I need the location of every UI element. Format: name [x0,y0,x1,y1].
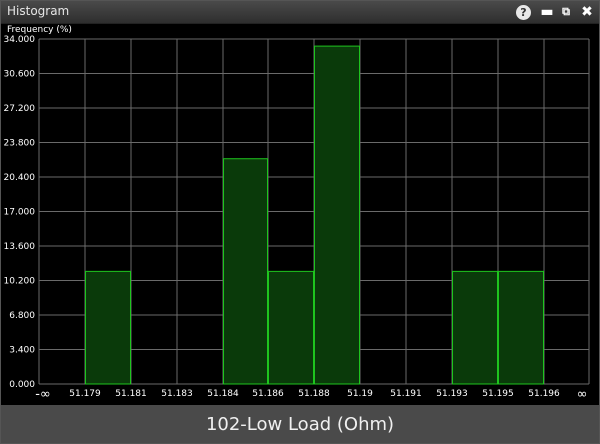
x-axis-title: 102-Low Load (Ohm) [205,413,395,435]
y-tick-label: 23.800 [4,139,36,149]
x-tick-label: 51.196 [528,389,560,399]
y-tick-label: 20.400 [4,173,36,183]
histogram-bar [498,270,544,385]
x-neg-infinity-label: -∞ [35,387,51,402]
x-tick-label: 51.184 [207,389,239,399]
histogram-plot: Frequency (%) 0.000 3.400 6.800 10.200 13.60… [1,24,599,405]
window-title: Histogram [7,4,70,18]
x-tick-label: 51.195 [482,389,514,399]
y-tick-label: 27.200 [4,104,36,114]
y-tick-label: 10.200 [4,277,36,287]
y-tick-label: 6.800 [9,311,35,321]
restore-icon[interactable]: ⧉ [558,4,574,20]
x-pos-infinity-label: ∞ [577,387,588,402]
y-tick-label: 34.000 [4,35,36,45]
help-icon[interactable]: ? [516,5,531,20]
histogram-bar [452,270,498,385]
histogram-bar [314,45,360,385]
y-axis-label: Frequency (%) [7,25,72,35]
close-icon[interactable]: ✖ [579,4,595,20]
histogram-bar [85,270,131,385]
x-tick-label: 51.19 [347,389,373,399]
minimize-icon[interactable]: ▬ [539,4,555,20]
footer-bar: 102-Low Load (Ohm) [1,405,599,443]
histogram-chart: Frequency (%) 0.000 3.400 6.800 10.200 13.60… [4,25,590,402]
y-tick-label: 13.600 [4,242,36,252]
x-tick-label: 51.188 [298,389,330,399]
x-tick-label: 51.191 [390,389,422,399]
x-tick-label: 51.186 [252,389,284,399]
x-tick-label: 51.179 [69,389,101,399]
y-tick-label: 17.000 [4,208,36,218]
x-tick-label: 51.193 [436,389,468,399]
y-tick-label: 30.600 [4,70,36,80]
x-tick-label: 51.183 [161,389,193,399]
y-tick-label: 3.400 [9,346,35,356]
histogram-bar [223,158,268,385]
histogram-bar [268,270,314,385]
y-tick-label: 0.000 [9,380,35,390]
title-bar[interactable]: Histogram ? ▬ ⧉ ✖ [1,1,599,24]
x-tick-label: 51.181 [115,389,147,399]
histogram-window: Histogram ? ▬ ⧉ ✖ Frequency (%) 0.000 3.4… [0,0,600,444]
